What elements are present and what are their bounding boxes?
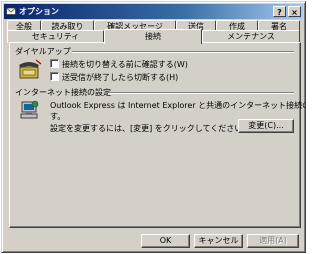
dialup-phone-icon — [19, 59, 42, 79]
apply-button[interactable]: 適用(A) — [247, 234, 299, 248]
help-button[interactable]: ? — [273, 6, 286, 17]
internet-description-line2: す。 — [50, 112, 66, 121]
dialup-section-title: ダイヤルアップ — [15, 47, 71, 56]
internet-section-title: インターネット接続の設定 — [15, 88, 111, 97]
ok-button[interactable]: OK — [141, 234, 190, 248]
hangup-after-sync-checkbox[interactable] — [50, 72, 59, 81]
tab-connection[interactable]: 接続 — [104, 29, 202, 44]
confirm-before-switch-label[interactable]: 接続を切り替える前に確認する(W) — [62, 59, 188, 70]
network-computer-icon — [20, 100, 39, 119]
change-button[interactable]: 変更(C)... — [238, 119, 294, 133]
envelope-icon — [6, 7, 16, 15]
confirm-before-switch-checkbox[interactable] — [50, 59, 59, 68]
internet-description-line1: Outlook Express は Internet Explorer と共通の… — [50, 101, 305, 110]
connection-panel: ダイヤルアップ 接続を切り替える前に確認する(W) 送受信が終了したら切断する(… — [9, 42, 305, 228]
hangup-after-sync-label[interactable]: 送受信が終了したら切断する(H) — [62, 72, 178, 83]
title-bar[interactable]: オプション ? × — [4, 4, 303, 19]
change-settings-hint: 設定を変更するには、[変更] をクリックしてください。 — [50, 124, 251, 133]
dialup-divider — [72, 51, 294, 53]
window-title: オプション — [19, 7, 59, 16]
internet-divider — [108, 92, 294, 94]
close-button[interactable]: × — [288, 6, 301, 17]
options-dialog: オプション ? × 全般 読み取り 確認メッセージ 送信 作成 署名 セキュリテ… — [1, 1, 306, 253]
cancel-button[interactable]: キャンセル — [194, 234, 243, 248]
